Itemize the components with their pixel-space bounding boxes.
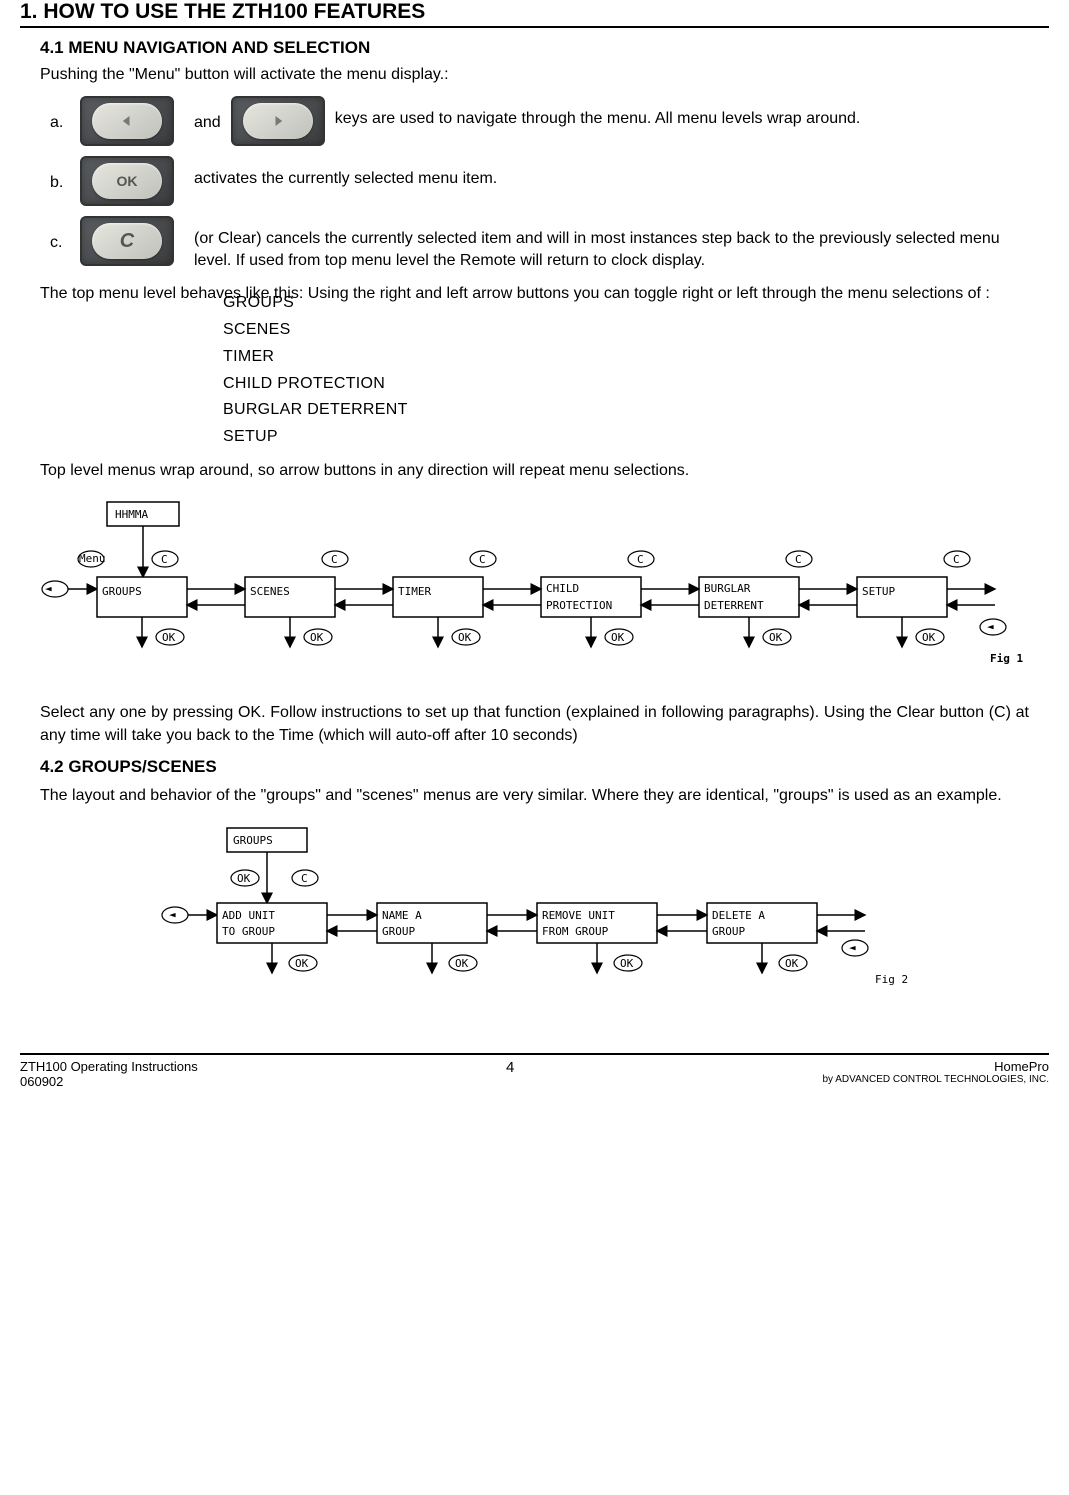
fig2-caption: Fig 2 [875, 973, 908, 986]
fig2-add1: ADD UNIT [222, 909, 275, 922]
svg-text:C: C [161, 553, 168, 566]
fig2-name2: GROUP [382, 925, 415, 938]
svg-text:OK: OK [237, 872, 251, 885]
svg-text:◄: ◄ [849, 941, 856, 954]
footer-page-number: 4 [506, 1059, 514, 1089]
footer-right-2: by ADVANCED CONTROL TECHNOLOGIES, INC. [822, 1074, 1049, 1085]
menu-item-burglar: BURGLAR DETERRENT [223, 398, 1049, 423]
footer-left-1: ZTH100 Operating Instructions [20, 1059, 198, 1074]
footer: ZTH100 Operating Instructions 060902 4 H… [0, 1055, 1069, 1109]
wrap-note: Top level menus wrap around, so arrow bu… [40, 460, 1029, 482]
svg-text:OK: OK [458, 631, 472, 644]
fig-1-diagram: .lbl { font: 11px monospace; } .cap { fo… [35, 497, 1035, 687]
svg-text:C: C [479, 553, 486, 566]
svg-text:OK: OK [162, 631, 176, 644]
top-menu-intro: The top menu level behaves like this: Us… [40, 285, 990, 302]
b-text: activates the currently selected menu it… [184, 156, 1049, 190]
fig1-timer: TIMER [398, 585, 431, 598]
svg-text:◄: ◄ [169, 908, 176, 921]
right-arrow-button [231, 96, 325, 146]
fig2-add2: TO GROUP [222, 925, 275, 938]
fig1-caption: Fig 1 [990, 652, 1023, 665]
section-title: 1. HOW TO USE THE ZTH100 FEATURES [20, 0, 1049, 28]
svg-text:OK: OK [620, 957, 634, 970]
svg-text:OK: OK [785, 957, 799, 970]
subsection-41: 4.1 MENU NAVIGATION AND SELECTION [40, 38, 1049, 58]
row-c: c. C (or Clear) cancels the currently se… [50, 216, 1049, 273]
fig1-setup: SETUP [862, 585, 895, 598]
fig2-remove1: REMOVE UNIT [542, 909, 615, 922]
letter-b: b. [50, 156, 80, 192]
fig1-burglar1: BURGLAR [704, 582, 751, 595]
ok-button-label: OK [92, 163, 162, 199]
fig1-menu-icon: ◄ [45, 582, 52, 595]
fig1-hhmma: HHMMA [115, 508, 148, 521]
fig2-delete1: DELETE A [712, 909, 765, 922]
svg-text:C: C [301, 872, 308, 885]
fig1-groups: GROUPS [102, 585, 142, 598]
svg-text:OK: OK [922, 631, 936, 644]
c-text: (or Clear) cancels the currently selecte… [184, 216, 1049, 273]
menu-item-child: CHILD PROTECTION [223, 372, 1049, 397]
letter-c: c. [50, 216, 80, 252]
svg-text:OK: OK [295, 957, 309, 970]
menu-list: GROUPS SCENES TIMER CHILD PROTECTION BUR… [223, 291, 1049, 450]
subsection-42: 4.2 GROUPS/SCENES [40, 757, 1049, 777]
svg-text:C: C [637, 553, 644, 566]
fig1-child2: PROTECTION [546, 599, 612, 612]
fig1-burglar2: DETERRENT [704, 599, 764, 612]
svg-text:C: C [795, 553, 802, 566]
right-arrow-icon [268, 111, 288, 131]
svg-text:OK: OK [455, 957, 469, 970]
and-text: and [184, 96, 231, 132]
row-a: a. and keys are used to navigate through… [50, 96, 1049, 146]
left-arrow-icon [117, 111, 137, 131]
fig1-menu-label: Menu [79, 552, 106, 565]
svg-text:C: C [331, 553, 338, 566]
row-b: b. OK activates the currently selected m… [50, 156, 1049, 206]
footer-right-1: HomePro [822, 1059, 1049, 1074]
svg-text:OK: OK [611, 631, 625, 644]
menu-item-scenes: SCENES [223, 318, 1049, 343]
fig-2-diagram: .lbl2 { font: 11px monospace; } .box2 { … [155, 823, 915, 1013]
fig2-name1: NAME A [382, 909, 422, 922]
svg-text:OK: OK [769, 631, 783, 644]
clear-button: C [80, 216, 174, 266]
ok-button: OK [80, 156, 174, 206]
clear-button-label: C [92, 223, 162, 259]
fig2-groups: GROUPS [233, 834, 273, 847]
fig1-child1: CHILD [546, 582, 579, 595]
footer-left-2: 060902 [20, 1074, 198, 1089]
svg-text:C: C [953, 553, 960, 566]
groups-intro: The layout and behavior of the "groups" … [40, 785, 1029, 807]
left-arrow-button [80, 96, 174, 146]
letter-a: a. [50, 96, 80, 132]
menu-item-setup: SETUP [223, 425, 1049, 450]
intro-text: Pushing the "Menu" button will activate … [40, 66, 1049, 84]
fig1-scenes: SCENES [250, 585, 290, 598]
menu-item-timer: TIMER [223, 345, 1049, 370]
fig2-delete2: GROUP [712, 925, 745, 938]
svg-text:◄: ◄ [987, 620, 994, 633]
fig2-remove2: FROM GROUP [542, 925, 609, 938]
select-para: Select any one by pressing OK. Follow in… [40, 702, 1029, 747]
a-text: keys are used to navigate through the me… [335, 96, 1049, 130]
svg-text:OK: OK [310, 631, 324, 644]
